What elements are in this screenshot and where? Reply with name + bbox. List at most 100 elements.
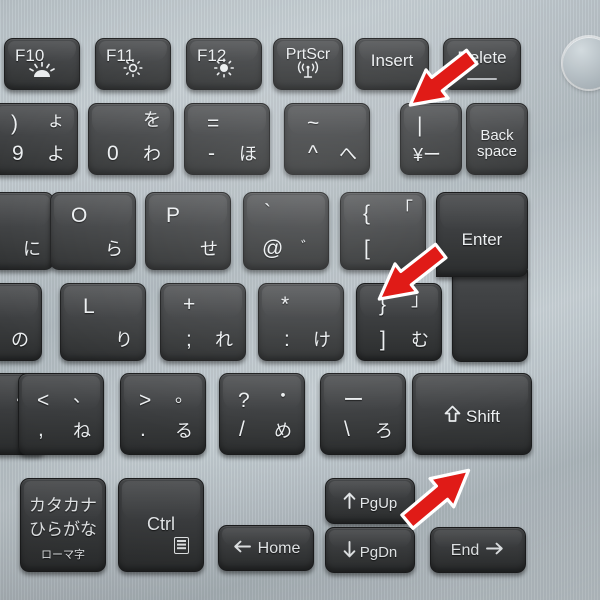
key-enter-label: Enter <box>461 230 503 249</box>
key-yen[interactable]: | ¥ー <box>400 103 462 175</box>
key-p[interactable]: P せ <box>145 192 231 270</box>
key-backspace-label-2: space <box>476 143 518 160</box>
key-insert[interactable]: Insert <box>355 38 429 90</box>
key-i-kana-label: に <box>23 239 41 260</box>
key-9[interactable]: ) 9 ょ よ <box>0 103 78 175</box>
key-caret-label: ^ <box>308 142 318 165</box>
key-p-label: P <box>166 204 181 227</box>
key-semicolon[interactable]: + ; れ <box>160 283 246 361</box>
key-k[interactable]: の <box>0 283 42 361</box>
key-minus[interactable]: = - ほ <box>184 103 270 175</box>
key-pgup[interactable]: PgUp <box>325 478 415 524</box>
key-ctrl[interactable]: Ctrl <box>118 478 204 572</box>
key-o-label: O <box>71 204 88 227</box>
key-colon-label: : <box>284 328 290 351</box>
key-i[interactable]: に <box>0 192 54 270</box>
key-caret-kana-label: へ <box>339 144 357 165</box>
arrow-right-icon <box>486 542 505 560</box>
key-period-label: . <box>140 418 146 441</box>
key-bracket-right-kana-shift-label: 」 <box>411 290 429 311</box>
key-comma-main[interactable]: < , 、 ね <box>18 373 104 455</box>
key-kana-sublabel: ローマ字 <box>41 548 85 561</box>
power-button[interactable] <box>563 37 600 89</box>
key-comma-label-2: , <box>38 418 44 441</box>
key-kana-label-1: カタカナ <box>29 496 97 516</box>
key-at-dakuten-label: ゛ <box>300 238 316 256</box>
key-bracket-right-shift-label: } <box>379 293 387 316</box>
key-9-label: 9 <box>12 142 24 165</box>
key-k-kana-label: の <box>11 330 29 351</box>
key-home[interactable]: Home <box>218 525 314 571</box>
key-shift-right[interactable]: Shift <box>412 373 532 455</box>
key-9-kana-shift-label: ょ <box>47 110 65 131</box>
key-0[interactable]: を 0 わ <box>88 103 174 175</box>
key-slash[interactable]: ? / ・ め <box>219 373 305 455</box>
key-f10[interactable]: F10 <box>4 38 80 90</box>
key-enter[interactable]: Enter <box>436 192 528 277</box>
key-enter-lower[interactable] <box>452 270 528 362</box>
key-prtscr[interactable]: PrtScr <box>273 38 343 90</box>
key-bracket-left[interactable]: { [ 「 <box>340 192 426 270</box>
key-slash-shift-label: ? <box>238 389 250 412</box>
key-backslash-ro-shift-label: ー <box>343 388 364 412</box>
key-colon-shift-label: * <box>281 293 290 316</box>
key-f12[interactable]: F12 <box>186 38 262 90</box>
arrow-up-icon <box>343 492 356 514</box>
key-l-label: L <box>83 295 95 318</box>
key-period-kana-label: る <box>175 421 193 442</box>
key-period[interactable]: > . 。 る <box>120 373 206 455</box>
key-period-kana-shift-label: 。 <box>175 386 193 407</box>
key-slash-label: / <box>239 418 245 441</box>
key-bracket-right[interactable]: } ] 」 む <box>356 283 442 361</box>
key-semicolon-label: ; <box>186 328 192 351</box>
key-bracket-right-kana-label: む <box>411 330 429 351</box>
key-comma-kana-shift-label: 、 <box>73 386 91 407</box>
key-minus-label: - <box>208 142 215 165</box>
key-backslash-ro-kana-label: ろ <box>375 421 393 442</box>
key-backslash-ro-label: \ <box>344 418 350 441</box>
keyboard-backlight-icon <box>5 61 79 82</box>
key-comma-shift-label-2: < <box>37 389 50 412</box>
delete-underline-mark <box>467 78 497 80</box>
key-backspace[interactable]: Back space <box>466 103 528 175</box>
key-l-kana-label: り <box>115 330 133 351</box>
key-delete[interactable]: Delete <box>443 38 521 90</box>
key-f11[interactable]: F11 <box>95 38 171 90</box>
key-pgup-label: PgUp <box>359 494 398 512</box>
key-colon[interactable]: * : け <box>258 283 344 361</box>
key-pgdn-label: PgDn <box>359 543 398 561</box>
key-p-kana-label: せ <box>200 239 218 260</box>
key-9-shift-label: ) <box>11 112 18 135</box>
key-kana-label-2: ひらがな <box>29 520 97 540</box>
key-yen-label: ¥ー <box>413 145 442 165</box>
key-at-shift-label: ` <box>264 201 271 224</box>
key-end-label: End <box>450 542 480 559</box>
key-bracket-left-shift-label: { <box>363 202 371 225</box>
key-o-kana-label: ら <box>105 239 123 260</box>
brightness-up-icon <box>187 58 261 82</box>
key-caret[interactable]: ~ ^ へ <box>284 103 370 175</box>
key-backslash-ro[interactable]: ー \ ろ <box>320 373 406 455</box>
key-kana[interactable]: カタカナ ひらがな ローマ字 <box>20 478 106 572</box>
key-slash-kana-label: め <box>274 421 292 442</box>
key-minus-shift-label: = <box>207 112 220 135</box>
key-semicolon-shift-label: + <box>183 293 196 316</box>
key-caret-shift-label: ~ <box>307 112 320 135</box>
key-0-kana-label: わ <box>143 144 161 165</box>
key-9-kana-label: よ <box>47 144 65 165</box>
key-bracket-left-kana-label: 「 <box>395 199 413 220</box>
key-at[interactable]: ` @ ゛ <box>243 192 329 270</box>
brightness-down-icon <box>96 58 170 82</box>
key-yen-shift-label: | <box>417 114 423 137</box>
key-o[interactable]: O ら <box>50 192 136 270</box>
key-pgdn[interactable]: PgDn <box>325 527 415 573</box>
arrow-down-icon <box>343 541 356 563</box>
key-period-shift-label: > <box>139 389 152 412</box>
key-slash-kana-shift-label: ・ <box>274 386 292 407</box>
key-colon-kana-label: け <box>313 330 331 351</box>
key-bracket-right-label: ] <box>380 328 386 351</box>
key-l[interactable]: L り <box>60 283 146 361</box>
key-end[interactable]: End <box>430 527 526 573</box>
key-ctrl-label: Ctrl <box>147 514 175 534</box>
key-insert-label: Insert <box>370 51 414 70</box>
